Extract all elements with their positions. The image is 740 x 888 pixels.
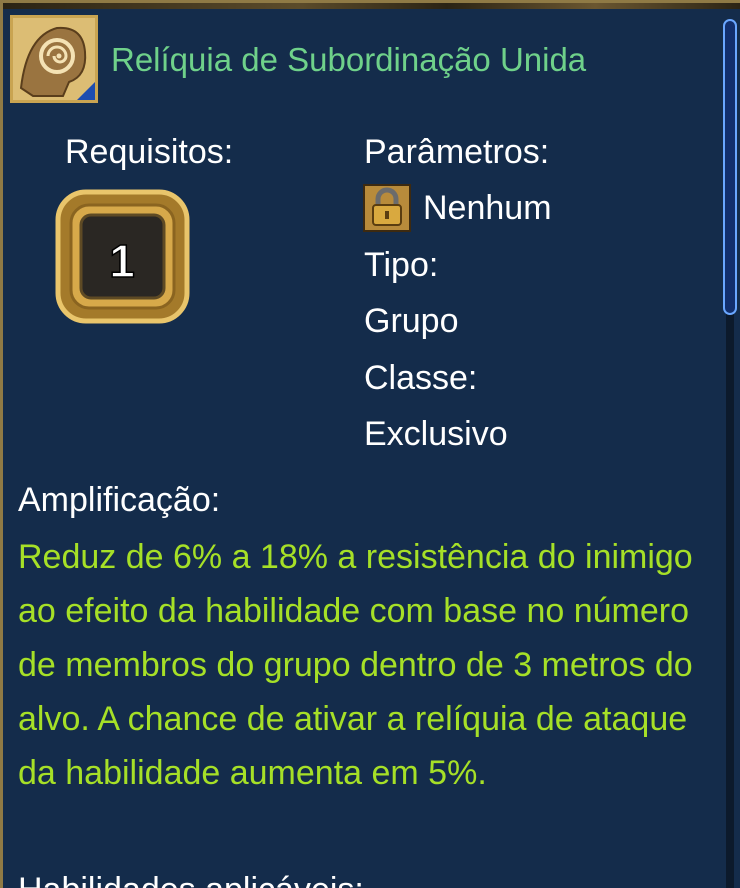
level-requirement-badge: 1 — [55, 189, 190, 324]
type-label: Tipo: — [364, 246, 439, 284]
amplification-label: Amplificação: — [18, 481, 221, 519]
parameters-value: Nenhum — [423, 189, 552, 227]
class-label: Classe: — [364, 359, 478, 397]
scrollbar-thumb[interactable] — [723, 19, 737, 315]
requirements-label: Requisitos: — [65, 133, 234, 171]
type-value: Grupo — [364, 302, 459, 340]
class-value: Exclusivo — [364, 415, 508, 453]
lock-icon — [363, 184, 411, 232]
item-title: Relíquia de Subordinação Unida — [111, 41, 587, 78]
amplification-description: Reduz de 6% a 18% a resistência do inimi… — [18, 538, 693, 792]
item-tooltip-panel: Relíquia de Subordinação Unida Requisito… — [0, 0, 740, 888]
top-border-strip — [3, 3, 740, 9]
scrollbar[interactable] — [721, 17, 739, 888]
parameters-label: Parâmetros: — [364, 133, 550, 171]
applicable-skills-label: Habilidades aplicáveis: — [18, 871, 364, 888]
relic-spiral-head-icon — [10, 15, 98, 103]
level-requirement-value: 1 — [109, 235, 135, 287]
